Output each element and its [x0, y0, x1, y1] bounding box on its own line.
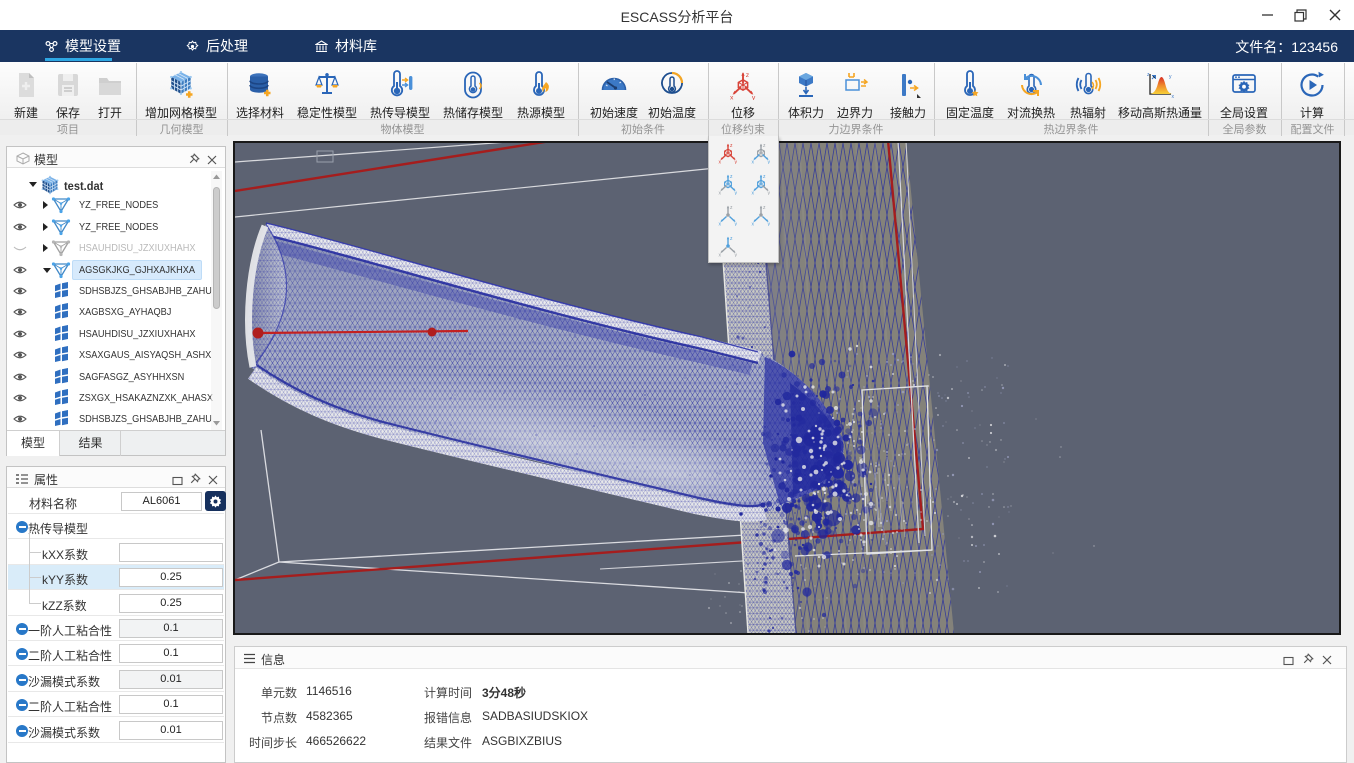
svg-text:z: z	[763, 174, 766, 180]
svg-text:z: z	[730, 143, 733, 149]
svg-text:x: x	[730, 94, 734, 100]
svg-text:y: y	[735, 191, 738, 196]
svg-text:x: x	[719, 222, 722, 227]
svg-text:y: y	[735, 253, 738, 258]
svg-text:x: x	[1172, 94, 1175, 100]
svg-text:y: y	[735, 160, 738, 165]
svg-text:x: x	[752, 191, 755, 196]
svg-text:y: y	[1169, 74, 1172, 80]
svg-text:y: y	[752, 94, 756, 100]
svg-text:x: x	[719, 191, 722, 196]
svg-text:y: y	[768, 191, 771, 196]
svg-text:z: z	[730, 205, 733, 211]
svg-text:z: z	[730, 236, 733, 242]
svg-text:y: y	[768, 222, 771, 227]
svg-text:x: x	[752, 160, 755, 165]
svg-text:z: z	[763, 143, 766, 149]
svg-text:x: x	[719, 160, 722, 165]
svg-text:z: z	[763, 205, 766, 211]
svg-text:y: y	[735, 222, 738, 227]
svg-text:x: x	[719, 253, 722, 258]
svg-text:x: x	[752, 222, 755, 227]
svg-text:z: z	[730, 174, 733, 180]
svg-text:z: z	[746, 72, 750, 79]
svg-text:y: y	[768, 160, 771, 165]
